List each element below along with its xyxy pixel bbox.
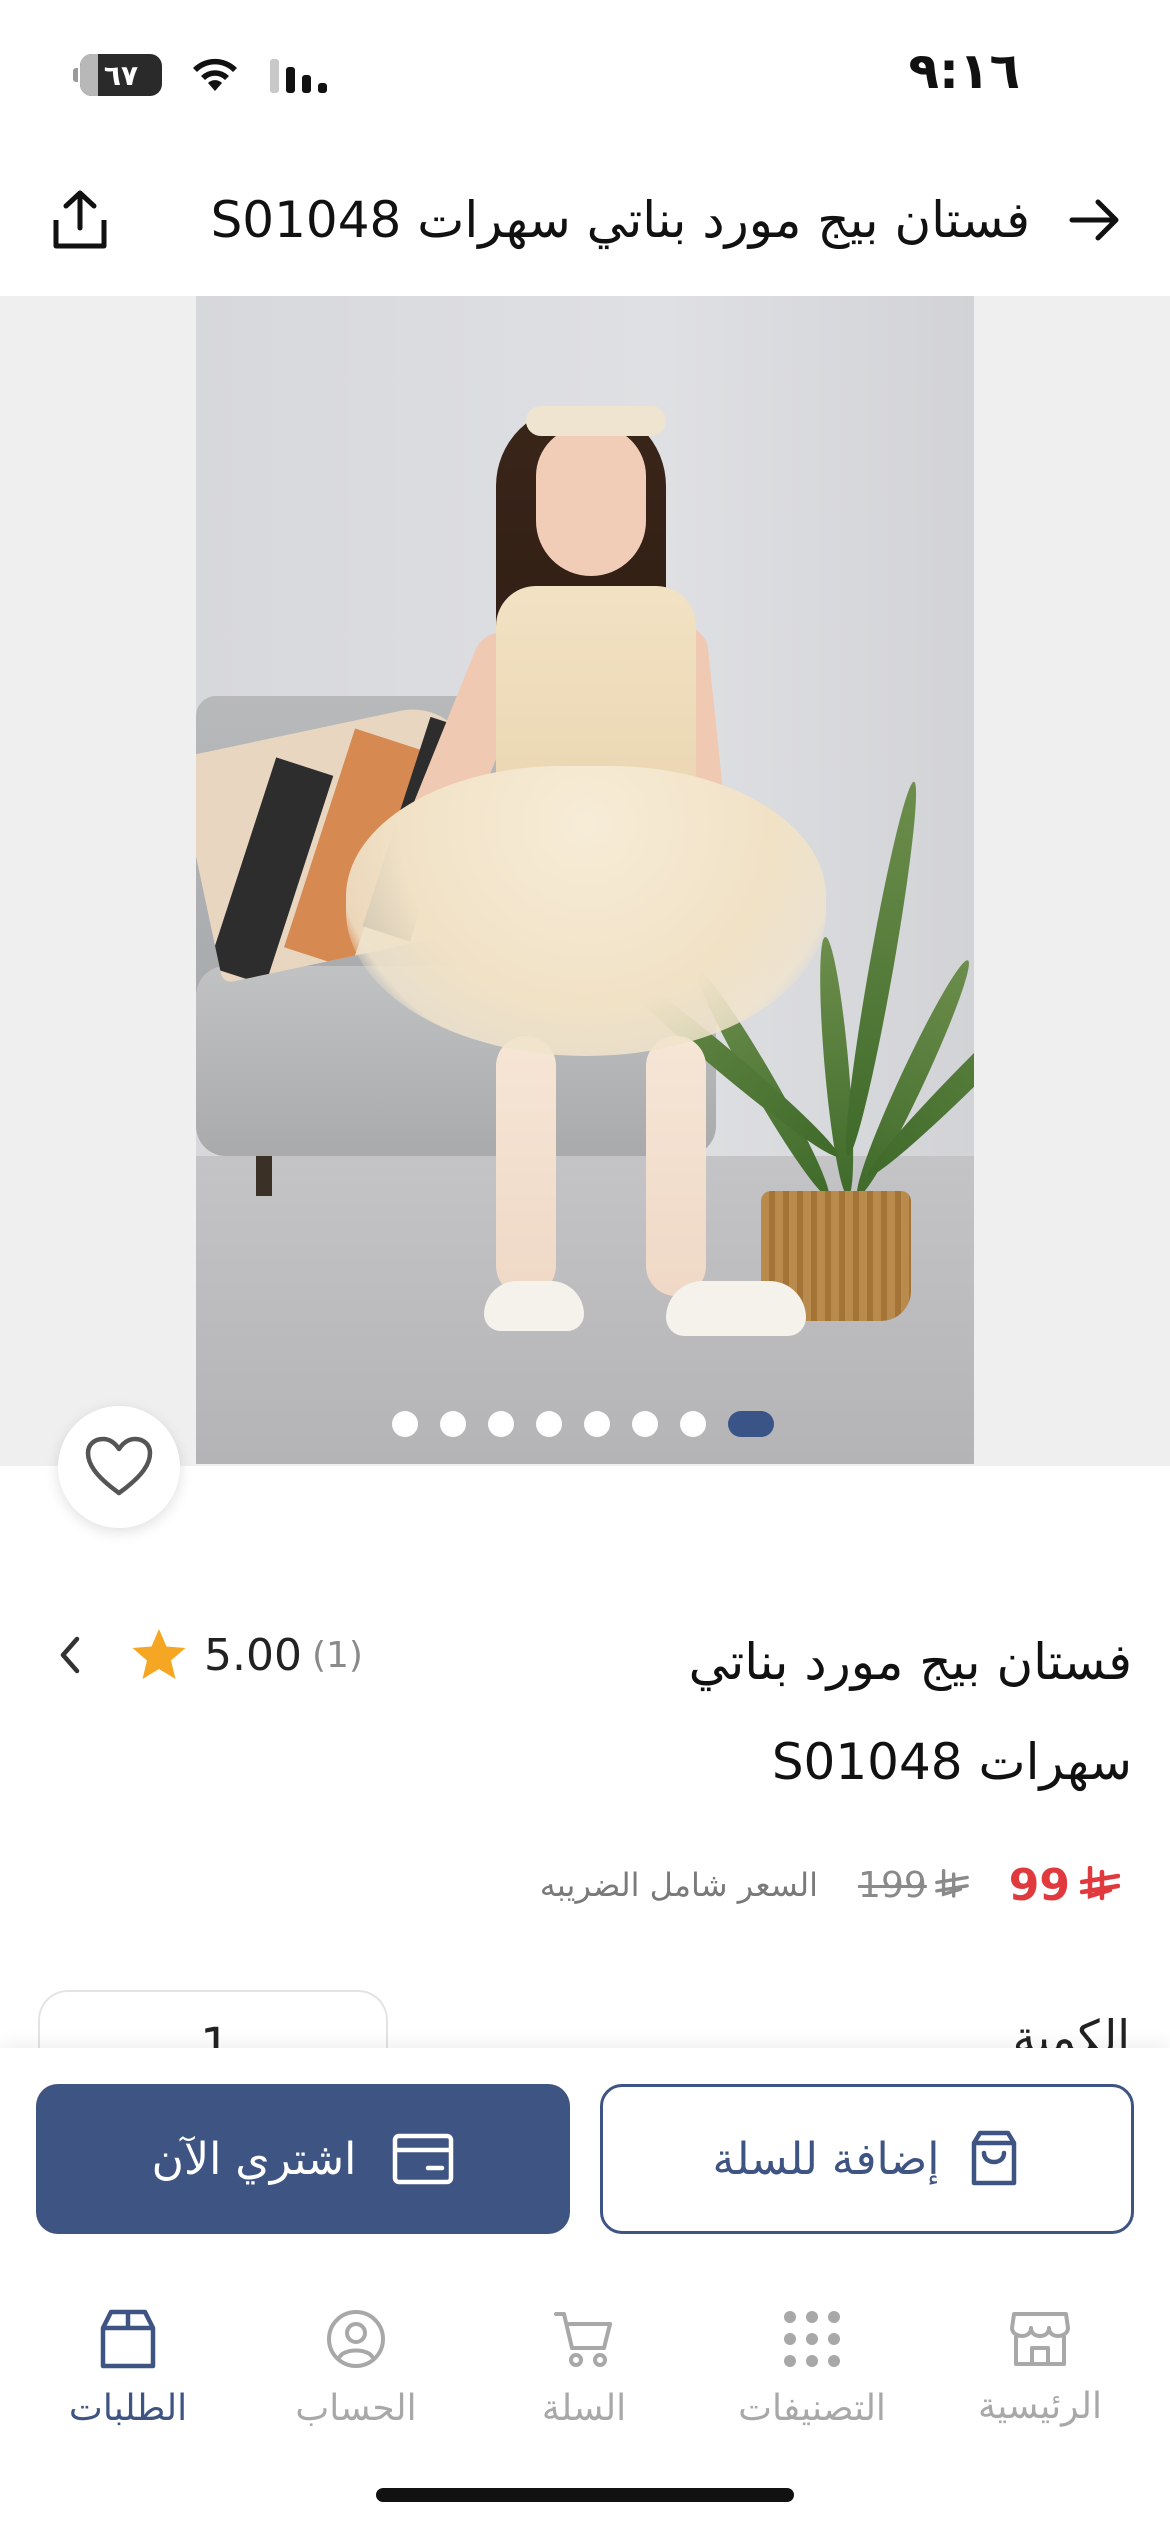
price-old: 199 (858, 1865, 969, 1906)
heart-icon (85, 1436, 153, 1496)
page-title: فستان بيج مورد بناتي سهرات S01048 (210, 191, 1030, 249)
rating-summary[interactable]: 5.00 (1) (50, 1620, 363, 1690)
wifi-icon (188, 55, 242, 95)
tab-account-label: الحساب (295, 2388, 417, 2429)
share-button[interactable] (40, 178, 120, 262)
star-icon (130, 1627, 188, 1683)
tab-bar: الرئيسية التصنيفات السلة الحساب الطلبات (0, 2268, 1170, 2532)
riyal-icon (1080, 1866, 1120, 1901)
user-icon (327, 2310, 385, 2368)
gallery-dot[interactable] (440, 1411, 466, 1437)
box-icon (100, 2309, 156, 2369)
tab-cart[interactable]: السلة (474, 2308, 694, 2429)
arrow-right-icon (1069, 199, 1119, 241)
status-icons: ٦٧ (73, 50, 330, 100)
quantity-stepper[interactable]: 1 (38, 1990, 388, 2050)
credit-card-icon (393, 2133, 454, 2185)
grid-icon (784, 2311, 840, 2367)
tab-cart-label: السلة (541, 2388, 627, 2429)
cart-icon (554, 2312, 612, 2367)
signal-icon (268, 55, 330, 95)
gallery-pagination (392, 1410, 774, 1438)
status-time: ٩:١٦ (908, 42, 1020, 100)
photo-leg (646, 1036, 706, 1296)
photo-face (536, 426, 646, 576)
tab-home-label: الرئيسية (978, 2386, 1102, 2427)
battery-icon: ٦٧ (73, 54, 162, 96)
buy-now-button[interactable]: اشتري الآن (36, 2084, 570, 2234)
gallery-dot[interactable] (680, 1411, 706, 1437)
product-image[interactable] (196, 296, 974, 1464)
photo-sofa-leg (256, 1156, 272, 1196)
price-current: 99 (1009, 1860, 1120, 1911)
photo-shoe (484, 1281, 584, 1331)
rating-score: 5.00 (204, 1629, 302, 1681)
store-icon (1010, 2312, 1070, 2366)
home-indicator (376, 2488, 794, 2502)
product-name-line1: فستان بيج مورد بناتي (688, 1633, 1132, 1691)
photo-dress-bodice (496, 586, 696, 786)
tab-categories-label: التصنيفات (738, 2388, 886, 2429)
chevron-left-icon[interactable] (50, 1633, 90, 1677)
gallery-dot[interactable] (536, 1411, 562, 1437)
rating-count: (1) (311, 1634, 363, 1676)
photo-dress-skirt (346, 766, 826, 1056)
product-name-line2: سهرات S01048 (771, 1733, 1132, 1791)
status-bar: ٦٧ ٩:١٦ (0, 0, 1170, 150)
shopping-bag-icon (971, 2130, 1016, 2186)
product-gallery[interactable] (0, 296, 1170, 1466)
photo-shoe (666, 1281, 806, 1336)
buy-now-label: اشتري الآن (151, 2133, 357, 2185)
gallery-dot[interactable] (584, 1411, 610, 1437)
product-name: فستان بيج مورد بناتي سهرات S01048 (572, 1612, 1132, 1812)
quantity-value: 1 (200, 2018, 231, 2050)
tab-categories[interactable]: التصنيفات (702, 2308, 922, 2429)
gallery-dot[interactable] (632, 1411, 658, 1437)
add-to-cart-label: إضافة للسلة (712, 2133, 940, 2185)
favorite-button[interactable] (58, 1406, 180, 1528)
gallery-dot[interactable] (488, 1411, 514, 1437)
share-icon (53, 190, 107, 249)
quantity-label: الكمية (1012, 2010, 1130, 2050)
price-tax-note: السعر شامل الضريبه (539, 1866, 819, 1904)
tab-home[interactable]: الرئيسية (930, 2308, 1150, 2427)
photo-leg (496, 1036, 556, 1296)
product-header: فستان بيج مورد بناتي سهرات S01048 (0, 150, 1170, 296)
gallery-dot-active[interactable] (728, 1411, 774, 1437)
riyal-icon (934, 1869, 969, 1898)
photo-headband (526, 406, 666, 436)
gallery-dot[interactable] (392, 1411, 418, 1437)
back-button[interactable] (1054, 180, 1134, 260)
tab-orders[interactable]: الطلبات (18, 2308, 238, 2429)
tab-account[interactable]: الحساب (246, 2308, 466, 2429)
add-to-cart-button[interactable]: إضافة للسلة (600, 2084, 1134, 2234)
action-bar: إضافة للسلة اشتري الآن (0, 2048, 1170, 2268)
price-row: 99 199 السعر شامل الضريبه (540, 1855, 1120, 1915)
tab-orders-label: الطلبات (68, 2388, 188, 2429)
